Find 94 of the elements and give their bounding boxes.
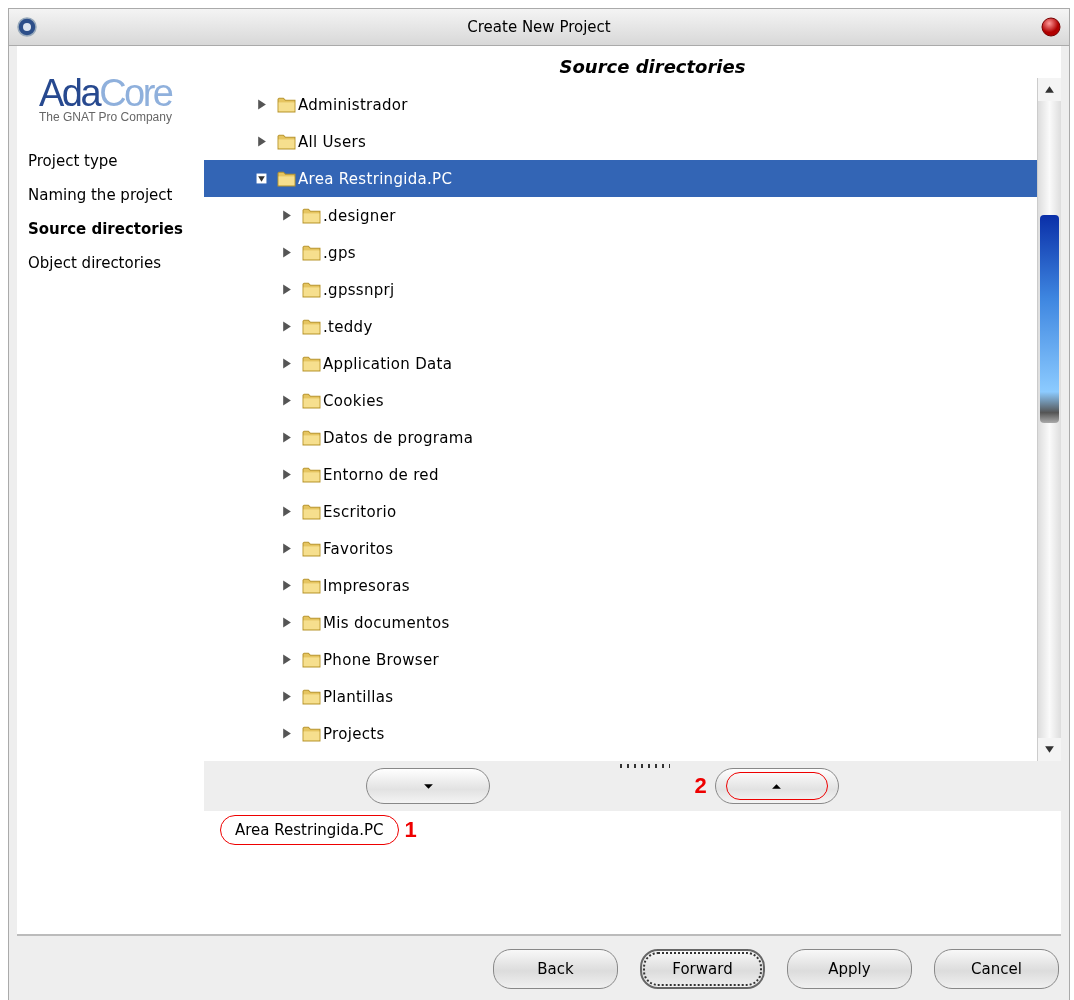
tree-item-label: Administrador xyxy=(298,95,408,114)
tree-row[interactable]: All Users xyxy=(204,123,1037,160)
callout-number: 1 xyxy=(404,817,417,843)
tree-row[interactable]: Mis documentos xyxy=(204,604,1037,641)
expand-arrow-icon[interactable] xyxy=(281,321,292,332)
expand-arrow-icon[interactable] xyxy=(281,506,292,517)
tree-item-label: Phone Browser xyxy=(323,650,439,669)
expand-arrow-icon[interactable] xyxy=(281,543,292,554)
folder-icon xyxy=(302,540,321,557)
expand-arrow-icon[interactable] xyxy=(281,210,292,221)
expand-arrow-icon[interactable] xyxy=(281,691,292,702)
expand-arrow-icon[interactable] xyxy=(281,580,292,591)
folder-icon xyxy=(302,614,321,631)
collapse-arrow-icon[interactable] xyxy=(256,173,267,184)
tree-item-label: Favoritos xyxy=(323,539,394,558)
logo: AdaCore The GNAT Pro Company xyxy=(39,74,173,124)
folder-icon xyxy=(302,429,321,446)
scrollbar[interactable] xyxy=(1037,78,1061,761)
window-title: Create New Project xyxy=(466,18,612,36)
tree-row[interactable]: .teddy xyxy=(204,308,1037,345)
tree-row[interactable]: .designer xyxy=(204,197,1037,234)
tree-row[interactable]: Phone Browser xyxy=(204,641,1037,678)
folder-icon xyxy=(302,725,321,742)
folder-icon xyxy=(302,392,321,409)
tree-item-label: Datos de programa xyxy=(323,428,474,447)
folder-icon xyxy=(302,503,321,520)
expand-arrow-icon[interactable] xyxy=(281,617,292,628)
tree-item-label: .designer xyxy=(323,206,396,225)
tree-item-label: Projects xyxy=(323,724,385,743)
page-title: Source directories xyxy=(558,55,747,78)
folder-icon xyxy=(302,577,321,594)
dialog-button[interactable]: Cancel xyxy=(934,948,1059,989)
move-up-button[interactable] xyxy=(714,768,839,804)
folder-icon xyxy=(277,96,296,113)
step-item[interactable]: Source directories xyxy=(17,212,204,246)
tree-item-label: Cookies xyxy=(323,391,384,410)
tree-row[interactable]: Plantillas xyxy=(204,678,1037,715)
tree-item-label: Mis documentos xyxy=(323,613,450,632)
expand-arrow-icon[interactable] xyxy=(281,728,292,739)
dialog-button[interactable]: Back xyxy=(493,948,618,989)
tree-row[interactable]: Datos de programa xyxy=(204,419,1037,456)
tree-row[interactable]: .gpssnprj xyxy=(204,271,1037,308)
tree-item-label: Entorno de red xyxy=(323,465,439,484)
expand-arrow-icon[interactable] xyxy=(256,136,267,147)
tree-row[interactable]: Favoritos xyxy=(204,530,1037,567)
expand-arrow-icon[interactable] xyxy=(281,284,292,295)
folder-icon xyxy=(302,244,321,261)
tree-item-label: Area Restringida.PC xyxy=(298,169,453,188)
folder-icon xyxy=(302,466,321,483)
close-icon[interactable] xyxy=(1041,17,1061,37)
tree-row[interactable]: .gps xyxy=(204,234,1037,271)
callout-number: 2 xyxy=(694,773,707,799)
app-icon xyxy=(17,17,37,37)
folder-icon xyxy=(277,133,296,150)
scroll-down-arrow-icon[interactable] xyxy=(1044,744,1055,755)
folder-icon xyxy=(302,688,321,705)
step-item[interactable]: Naming the project xyxy=(17,178,204,212)
tree-row[interactable]: Cookies xyxy=(204,382,1037,419)
tree-item-label: Escritorio xyxy=(323,502,397,521)
folder-icon xyxy=(302,355,321,372)
folder-icon xyxy=(302,207,321,224)
dialog-button[interactable]: Forward xyxy=(640,948,765,989)
tree-row[interactable]: Impresoras xyxy=(204,567,1037,604)
tree-row[interactable]: Entorno de red xyxy=(204,456,1037,493)
expand-arrow-icon[interactable] xyxy=(256,99,267,110)
folder-icon xyxy=(302,318,321,335)
tree-row[interactable]: Administrador xyxy=(204,86,1037,123)
tree-item-label: All Users xyxy=(298,132,367,151)
scrollbar-thumb[interactable] xyxy=(1040,215,1059,423)
tree-item-label: Application Data xyxy=(323,354,453,373)
tree-item-label: Impresoras xyxy=(323,576,410,595)
expand-arrow-icon[interactable] xyxy=(281,358,292,369)
expand-arrow-icon[interactable] xyxy=(281,395,292,406)
move-down-button[interactable] xyxy=(366,768,491,804)
tree-item-label: Plantillas xyxy=(323,687,394,706)
expand-arrow-icon[interactable] xyxy=(281,247,292,258)
step-item[interactable]: Project type xyxy=(17,144,204,178)
folder-icon xyxy=(277,170,296,187)
expand-arrow-icon[interactable] xyxy=(281,654,292,665)
dialog-button[interactable]: Apply xyxy=(787,948,912,989)
resize-grip-icon[interactable] xyxy=(620,764,670,768)
tree-item-label: .teddy xyxy=(323,317,373,336)
tree-row[interactable]: Area Restringida.PC xyxy=(204,160,1037,197)
tree-row[interactable]: Escritorio xyxy=(204,493,1037,530)
tree-row[interactable]: Projects xyxy=(204,715,1037,752)
step-item[interactable]: Object directories xyxy=(17,246,204,280)
folder-icon xyxy=(302,651,321,668)
tree-item-label: .gpssnprj xyxy=(323,280,395,299)
tree-item-label: .gps xyxy=(323,243,356,262)
expand-arrow-icon[interactable] xyxy=(281,469,292,480)
scroll-up-arrow-icon[interactable] xyxy=(1044,84,1055,95)
tree-row[interactable]: Application Data xyxy=(204,345,1037,382)
expand-arrow-icon[interactable] xyxy=(281,432,292,443)
folder-icon xyxy=(302,281,321,298)
